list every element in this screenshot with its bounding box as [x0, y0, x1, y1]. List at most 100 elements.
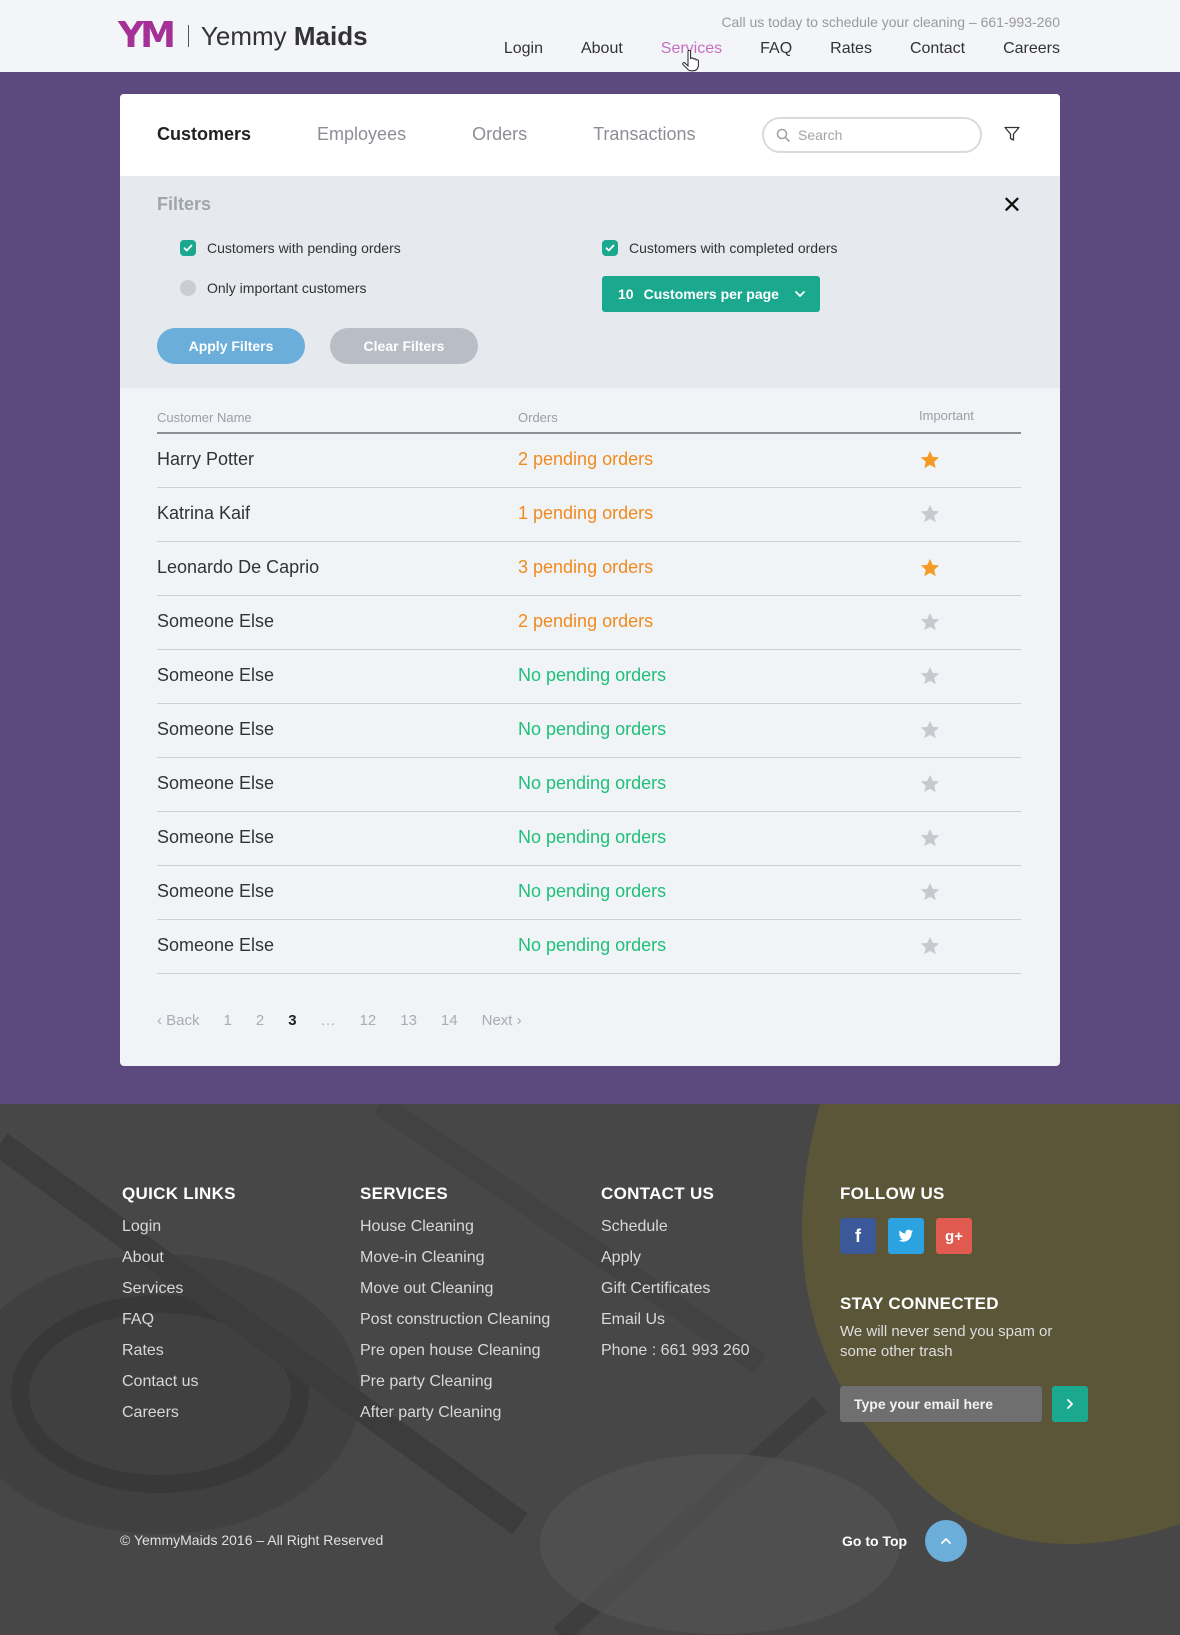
- footer-link-contact[interactable]: Contact us: [122, 1373, 236, 1391]
- go-to-top[interactable]: Go to Top: [842, 1520, 968, 1562]
- customer-name[interactable]: Someone Else: [157, 935, 274, 956]
- checkbox-completed-orders[interactable]: Customers with completed orders: [602, 240, 838, 256]
- star-filled-icon[interactable]: [919, 449, 941, 471]
- footer-link-rates[interactable]: Rates: [122, 1342, 236, 1360]
- customer-name[interactable]: Someone Else: [157, 665, 274, 686]
- footer-link-apply[interactable]: Apply: [601, 1249, 750, 1267]
- checkbox-unchecked-icon[interactable]: [180, 280, 196, 296]
- email-field[interactable]: [840, 1386, 1042, 1422]
- pager-page-current[interactable]: 3: [288, 1012, 296, 1029]
- table-row[interactable]: Someone Else No pending orders: [157, 866, 1021, 920]
- tab-transactions[interactable]: Transactions: [593, 124, 695, 145]
- per-page-dropdown[interactable]: 10 Customers per page: [602, 276, 820, 312]
- orders-status[interactable]: 3 pending orders: [518, 557, 653, 578]
- pager-page-2[interactable]: 2: [256, 1012, 264, 1029]
- pager-page-12[interactable]: 12: [360, 1012, 377, 1029]
- clear-filters-button[interactable]: Clear Filters: [330, 328, 478, 364]
- pager-page-1[interactable]: 1: [224, 1012, 232, 1029]
- nav-careers[interactable]: Careers: [1003, 40, 1060, 58]
- orders-status[interactable]: No pending orders: [518, 665, 666, 686]
- pager-back[interactable]: ‹ Back: [157, 1012, 200, 1029]
- footer-link-service[interactable]: Move-in Cleaning: [360, 1249, 550, 1267]
- nav-rates[interactable]: Rates: [830, 40, 872, 58]
- orders-status[interactable]: 2 pending orders: [518, 449, 653, 470]
- footer-link-service[interactable]: Pre party Cleaning: [360, 1373, 550, 1391]
- footer-link-services[interactable]: Services: [122, 1280, 236, 1298]
- orders-status[interactable]: 1 pending orders: [518, 503, 653, 524]
- column-header-orders[interactable]: Orders: [518, 410, 558, 425]
- footer-link-login[interactable]: Login: [122, 1218, 236, 1236]
- footer-link-faq[interactable]: FAQ: [122, 1311, 236, 1329]
- pager-page-13[interactable]: 13: [400, 1012, 417, 1029]
- orders-status[interactable]: No pending orders: [518, 935, 666, 956]
- footer-link-gift-certificates[interactable]: Gift Certificates: [601, 1280, 750, 1298]
- search-input[interactable]: [798, 127, 958, 143]
- table-row[interactable]: Harry Potter 2 pending orders: [157, 434, 1021, 488]
- google-plus-icon[interactable]: g+: [936, 1218, 972, 1254]
- star-empty-icon[interactable]: [919, 665, 941, 687]
- table-row[interactable]: Katrina Kaif 1 pending orders: [157, 488, 1021, 542]
- footer-link-careers[interactable]: Careers: [122, 1404, 236, 1422]
- column-header-important[interactable]: Important: [919, 408, 974, 423]
- footer-link-service[interactable]: Post construction Cleaning: [360, 1311, 550, 1329]
- footer-link-service[interactable]: Pre open house Cleaning: [360, 1342, 550, 1360]
- table-row[interactable]: Someone Else 2 pending orders: [157, 596, 1021, 650]
- nav-faq[interactable]: FAQ: [760, 40, 792, 58]
- customer-name[interactable]: Harry Potter: [157, 449, 254, 470]
- customer-name[interactable]: Someone Else: [157, 773, 274, 794]
- star-empty-icon[interactable]: [919, 881, 941, 903]
- star-empty-icon[interactable]: [919, 773, 941, 795]
- table-row[interactable]: Someone Else No pending orders: [157, 704, 1021, 758]
- tab-employees[interactable]: Employees: [317, 124, 406, 145]
- filter-icon[interactable]: [1004, 126, 1020, 142]
- column-header-name[interactable]: Customer Name: [157, 410, 252, 425]
- footer-link-email[interactable]: Email Us: [601, 1311, 750, 1329]
- customer-name[interactable]: Someone Else: [157, 611, 274, 632]
- customer-name[interactable]: Leonardo De Caprio: [157, 557, 319, 578]
- footer-link-service[interactable]: House Cleaning: [360, 1218, 550, 1236]
- orders-status[interactable]: No pending orders: [518, 827, 666, 848]
- orders-status[interactable]: No pending orders: [518, 773, 666, 794]
- customer-name[interactable]: Katrina Kaif: [157, 503, 250, 524]
- footer-phone[interactable]: Phone : 661 993 260: [601, 1342, 750, 1360]
- table-row[interactable]: Someone Else No pending orders: [157, 812, 1021, 866]
- nav-about[interactable]: About: [581, 40, 623, 58]
- go-to-top-label[interactable]: Go to Top: [842, 1533, 907, 1549]
- customer-name[interactable]: Someone Else: [157, 719, 274, 740]
- apply-filters-button[interactable]: Apply Filters: [157, 328, 305, 364]
- star-filled-icon[interactable]: [919, 557, 941, 579]
- subscribe-button[interactable]: [1052, 1386, 1088, 1422]
- nav-login[interactable]: Login: [504, 40, 543, 58]
- footer-link-service[interactable]: Move out Cleaning: [360, 1280, 550, 1298]
- customer-name[interactable]: Someone Else: [157, 881, 274, 902]
- pager-next[interactable]: Next ›: [482, 1012, 522, 1029]
- orders-status[interactable]: No pending orders: [518, 881, 666, 902]
- orders-status[interactable]: 2 pending orders: [518, 611, 653, 632]
- twitter-icon[interactable]: [888, 1218, 924, 1254]
- logo[interactable]: YM Yemmy Maids: [118, 18, 368, 54]
- footer-link-about[interactable]: About: [122, 1249, 236, 1267]
- table-row[interactable]: Someone Else No pending orders: [157, 758, 1021, 812]
- facebook-icon[interactable]: f: [840, 1218, 876, 1254]
- tab-customers[interactable]: Customers: [157, 124, 251, 145]
- star-empty-icon[interactable]: [919, 719, 941, 741]
- go-to-top-button[interactable]: [925, 1520, 968, 1562]
- table-row[interactable]: Someone Else No pending orders: [157, 650, 1021, 704]
- checkbox-checked-icon[interactable]: [180, 240, 196, 256]
- tab-orders[interactable]: Orders: [472, 124, 527, 145]
- star-empty-icon[interactable]: [919, 935, 941, 957]
- star-empty-icon[interactable]: [919, 503, 941, 525]
- customer-name[interactable]: Someone Else: [157, 827, 274, 848]
- nav-contact[interactable]: Contact: [910, 40, 965, 58]
- star-empty-icon[interactable]: [919, 827, 941, 849]
- pager-page-14[interactable]: 14: [441, 1012, 458, 1029]
- table-row[interactable]: Someone Else No pending orders: [157, 920, 1021, 974]
- star-empty-icon[interactable]: [919, 611, 941, 633]
- orders-status[interactable]: No pending orders: [518, 719, 666, 740]
- checkbox-pending-orders[interactable]: Customers with pending orders: [180, 240, 401, 256]
- close-icon[interactable]: ✕: [1002, 194, 1022, 218]
- table-row[interactable]: Leonardo De Caprio 3 pending orders: [157, 542, 1021, 596]
- checkbox-checked-icon[interactable]: [602, 240, 618, 256]
- footer-link-schedule[interactable]: Schedule: [601, 1218, 750, 1236]
- footer-link-service[interactable]: After party Cleaning: [360, 1404, 550, 1422]
